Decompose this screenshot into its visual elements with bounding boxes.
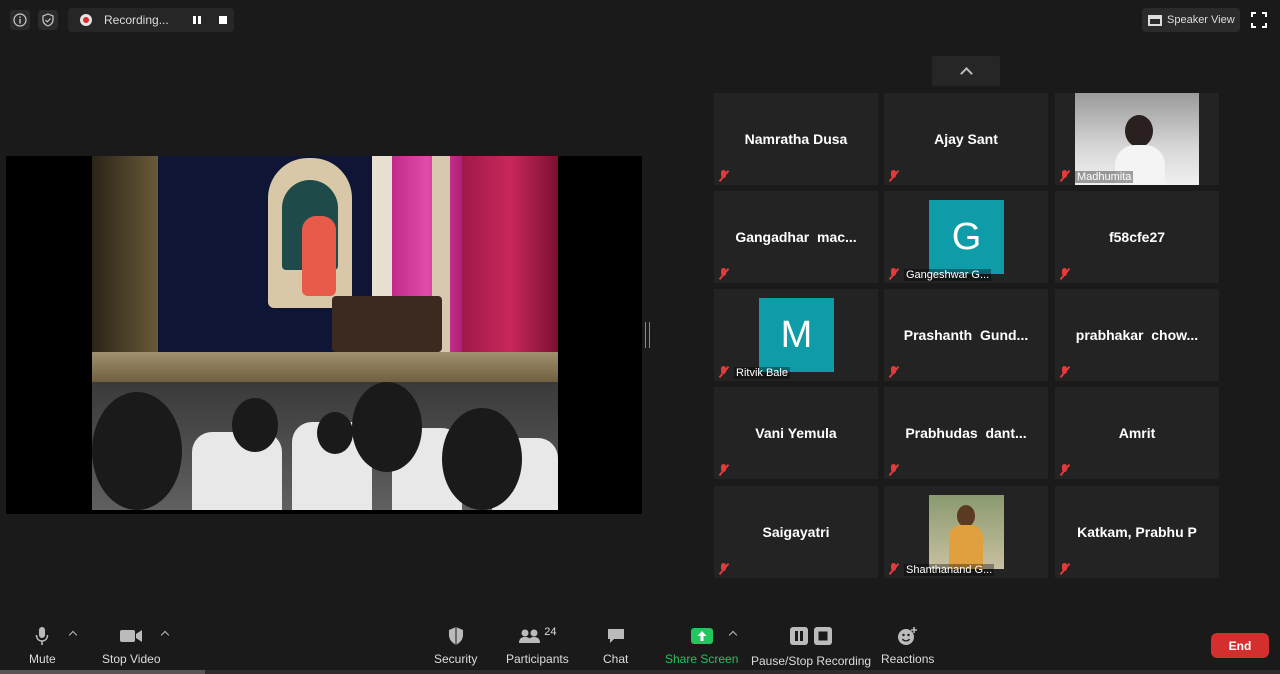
recording-dot-icon: [80, 14, 92, 26]
participant-name: Vani Yemula: [755, 425, 837, 441]
participant-name: Prashanth Gund...: [903, 327, 1029, 343]
top-bar: Recording... Speaker View: [0, 0, 1280, 40]
participant-name: Prabhudas dant...: [905, 425, 1027, 441]
security-button[interactable]: Security: [434, 626, 477, 666]
speaker-view-label: Speaker View: [1167, 14, 1235, 26]
participants-icon-group: 24: [518, 626, 556, 646]
participant-tile[interactable]: M Ritvik Bale: [714, 289, 878, 381]
muted-microphone-icon: [888, 365, 900, 379]
muted-microphone-icon: [888, 169, 900, 183]
shield-check-icon[interactable]: [38, 10, 58, 30]
mute-button[interactable]: Mute: [29, 626, 56, 666]
shared-video: [6, 156, 642, 514]
microphone-icon: [34, 626, 50, 646]
participant-tile[interactable]: Katkam, Prabhu P: [1055, 486, 1219, 578]
participant-tile[interactable]: prabhakar chow...: [1055, 289, 1219, 381]
muted-microphone-icon: [1059, 169, 1071, 183]
stop-video-label: Stop Video: [102, 652, 161, 666]
share-screen-button[interactable]: Share Screen: [665, 626, 738, 666]
chat-button[interactable]: Chat: [603, 626, 628, 666]
chevron-up-icon: [959, 67, 973, 80]
horizontal-scrollbar[interactable]: [0, 670, 1280, 674]
participant-tile[interactable]: Vani Yemula: [714, 387, 878, 479]
participant-tile[interactable]: Prashanth Gund...: [884, 289, 1048, 381]
share-screen-icon: [690, 626, 714, 646]
audio-options-chevron-icon[interactable]: [68, 630, 78, 640]
participant-video: [929, 495, 1004, 569]
pause-stop-recording-button[interactable]: Pause/Stop Recording: [751, 626, 871, 668]
info-icon[interactable]: [10, 10, 30, 30]
stop-recording-button[interactable]: [212, 10, 234, 30]
participant-name: Gangadhar mac...: [735, 229, 857, 245]
muted-microphone-icon: [718, 169, 730, 183]
participant-name-label: Madhumita: [1075, 171, 1134, 183]
stop-video-button[interactable]: Stop Video: [102, 626, 161, 666]
participant-name: Amrit: [1118, 425, 1156, 441]
speaker-view-icon: [1148, 14, 1162, 26]
panel-divider-handle[interactable]: [645, 322, 650, 348]
recording-label: Recording...: [104, 13, 169, 27]
mute-label: Mute: [29, 652, 56, 666]
pause-stop-recording-icon: [787, 626, 835, 646]
participant-name: f58cfe27: [1108, 229, 1166, 245]
pause-icon: [193, 16, 201, 24]
end-meeting-button[interactable]: End: [1211, 633, 1269, 658]
reactions-label: Reactions: [881, 652, 935, 666]
security-label: Security: [434, 652, 478, 666]
smiley-plus-icon: [897, 626, 919, 646]
muted-microphone-icon: [1059, 267, 1071, 281]
participant-avatar: M: [759, 298, 834, 372]
security-shield-icon: [447, 626, 465, 646]
participant-name: prabhakar chow...: [1075, 327, 1199, 343]
stop-icon: [219, 16, 227, 24]
muted-microphone-icon: [718, 562, 730, 576]
chat-bubble-icon: [606, 626, 626, 646]
participant-tile[interactable]: Saigayatri: [714, 486, 878, 578]
participant-name-label: Ritvik Bale: [734, 367, 790, 379]
video-camera-icon: [119, 626, 143, 646]
participant-avatar: G: [929, 200, 1004, 274]
muted-microphone-icon: [1059, 562, 1071, 576]
participant-tile[interactable]: Namratha Dusa: [714, 93, 878, 185]
muted-microphone-icon: [888, 267, 900, 281]
participant-name: Saigayatri: [762, 524, 830, 540]
recording-indicator: Recording...: [68, 8, 234, 32]
participant-tile[interactable]: Prabhudas dant...: [884, 387, 1048, 479]
participants-button[interactable]: 24 Participants: [506, 626, 569, 666]
participant-tile[interactable]: Shanthanand G...: [884, 486, 1048, 578]
participants-label: Participants: [506, 652, 569, 666]
participant-tile[interactable]: Gangadhar mac...: [714, 191, 878, 283]
participant-name: Katkam, Prabhu P: [1077, 524, 1197, 540]
muted-microphone-icon: [718, 365, 730, 379]
chat-label: Chat: [603, 652, 629, 666]
muted-microphone-icon: [888, 562, 900, 576]
bottom-toolbar: Mute Stop Video Security 24 Participants…: [0, 612, 1280, 674]
participant-tile[interactable]: Amrit: [1055, 387, 1219, 479]
video-frame: [92, 156, 558, 510]
pause-recording-button[interactable]: [186, 10, 208, 30]
muted-microphone-icon: [1059, 463, 1071, 477]
participant-tile[interactable]: Madhumita: [1055, 93, 1219, 185]
participants-icon: [519, 629, 541, 643]
participant-name: Ajay Sant: [934, 131, 998, 147]
muted-microphone-icon: [1059, 365, 1071, 379]
muted-microphone-icon: [718, 463, 730, 477]
participant-tile[interactable]: Ajay Sant: [884, 93, 1048, 185]
fullscreen-icon[interactable]: [1251, 12, 1267, 28]
video-options-chevron-icon[interactable]: [160, 630, 170, 640]
participant-name: Namratha Dusa: [744, 131, 848, 147]
speaker-view-button[interactable]: Speaker View: [1142, 8, 1240, 32]
share-screen-label: Share Screen: [665, 652, 739, 666]
pause-stop-recording-label: Pause/Stop Recording: [751, 654, 872, 668]
participant-name-label: Gangeshwar G...: [904, 269, 992, 281]
participant-tile[interactable]: f58cfe27: [1055, 191, 1219, 283]
participant-tile[interactable]: G Gangeshwar G...: [884, 191, 1048, 283]
participant-name-label: Shanthanand G...: [904, 564, 995, 576]
reactions-button[interactable]: Reactions: [881, 626, 934, 666]
muted-microphone-icon: [888, 463, 900, 477]
participants-count: 24: [544, 626, 557, 638]
muted-microphone-icon: [718, 267, 730, 281]
gallery-scroll-up-button[interactable]: [932, 56, 1000, 86]
